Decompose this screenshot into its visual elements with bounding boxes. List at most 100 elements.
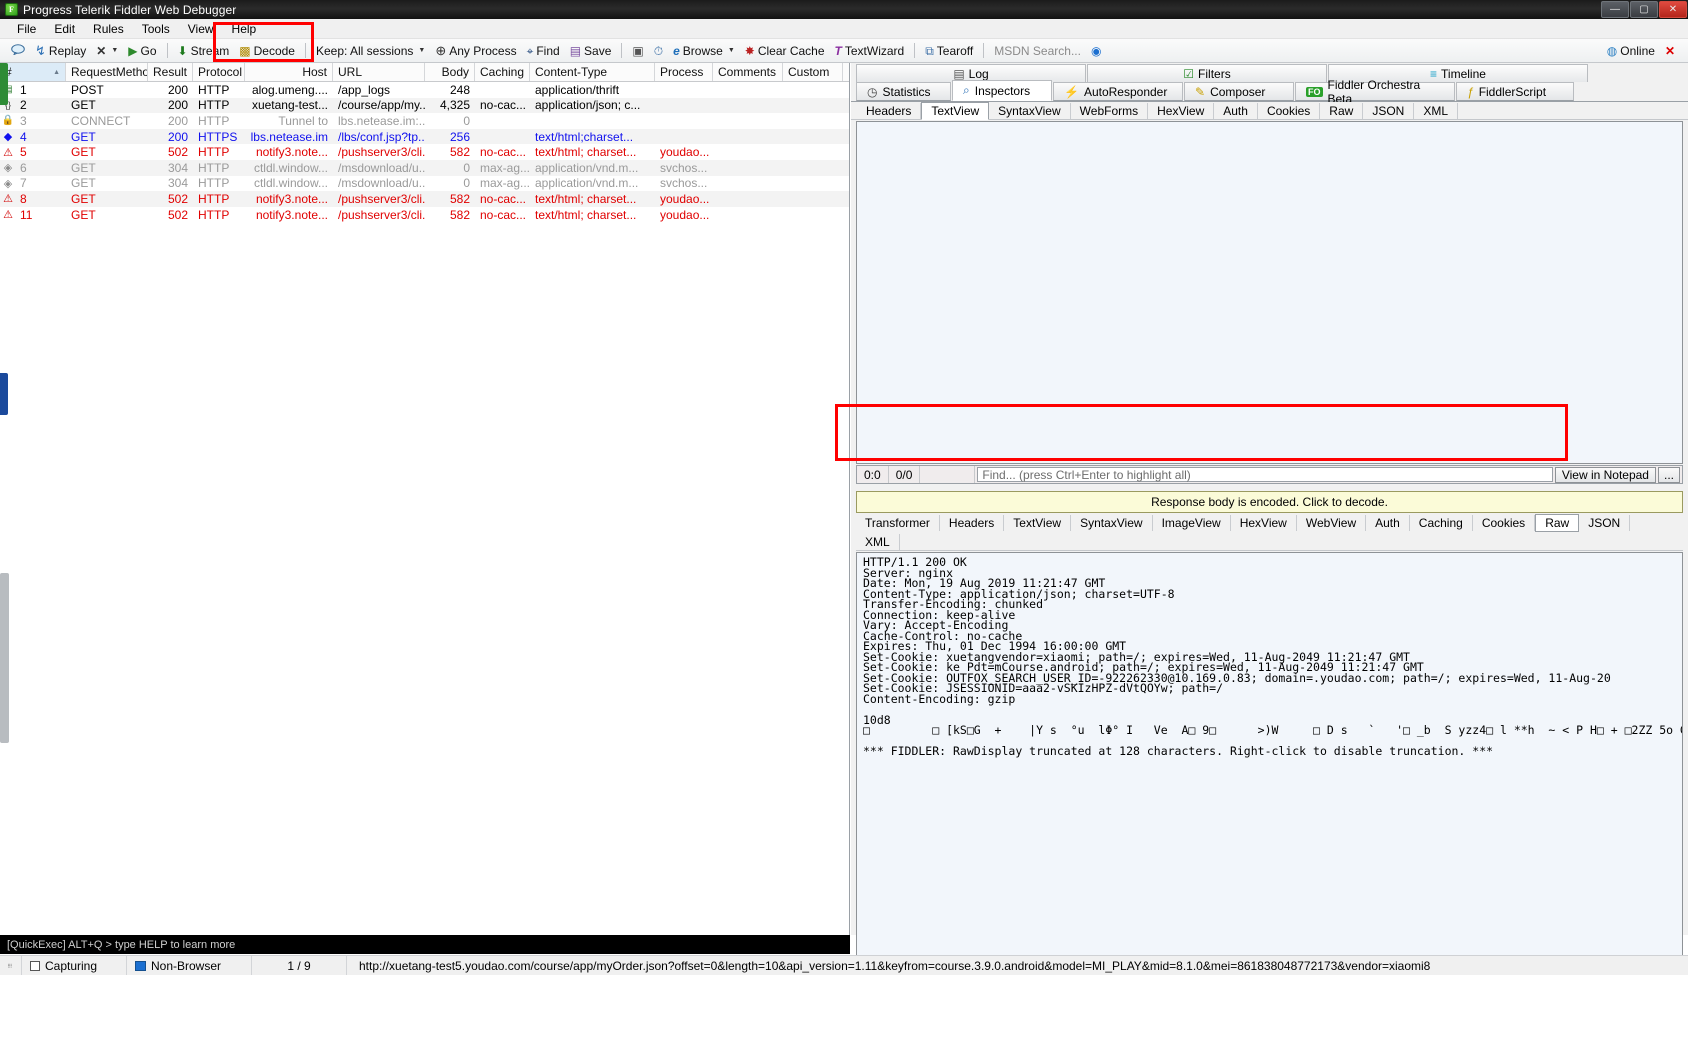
tab-autoresponder[interactable]: ⚡ AutoResponder: [1053, 82, 1183, 101]
response-tab-transformer[interactable]: Transformer: [856, 515, 940, 531]
keep-sessions-dropdown[interactable]: Keep: All sessions ▼: [311, 41, 430, 61]
session-list-panel[interactable]: # ▲ RequestMethod Result Protocol Host U…: [0, 63, 850, 935]
find-input[interactable]: Find... (press Ctrl+Enter to highlight a…: [977, 467, 1553, 482]
table-row[interactable]: ⚠ 8 GET 502 HTTP notify3.note.../pushserver3/…: [0, 191, 849, 207]
menu-help[interactable]: Help: [223, 20, 266, 38]
menu-rules[interactable]: Rules: [84, 20, 133, 38]
column-header-method[interactable]: RequestMethod: [66, 63, 148, 81]
table-row[interactable]: ⚠ 5 GET 502 HTTP notify3.note.../pushserver3/…: [0, 144, 849, 160]
table-row[interactable]: {} 2 GET 200 HTTP xuetang-test... /course/app/…: [0, 97, 849, 114]
tab-composer[interactable]: ✎ Composer: [1184, 82, 1294, 101]
response-tab-webview[interactable]: WebView: [1297, 515, 1367, 531]
tab-filters[interactable]: ☑ Filters: [1087, 64, 1327, 82]
request-tab-webforms[interactable]: WebForms: [1071, 102, 1149, 119]
request-tab-syntaxview[interactable]: SyntaxView: [989, 102, 1071, 119]
find-button[interactable]: ⌖ Find: [522, 41, 565, 61]
request-textview-area[interactable]: [856, 121, 1683, 464]
table-row[interactable]: ◆ 4 GET 200 HTTPS lbs.netease.im/lbs/conf.jsp…: [0, 128, 849, 145]
session-list-scrollbar[interactable]: [0, 573, 9, 743]
response-line: [863, 704, 1676, 715]
tab-fiddlerscript[interactable]: ƒ FiddlerScript: [1456, 82, 1574, 101]
request-tab-xml[interactable]: XML: [1414, 102, 1459, 119]
replay-button[interactable]: ↯ Replay: [30, 41, 91, 61]
column-header-custom[interactable]: Custom: [783, 63, 843, 81]
stream-button[interactable]: ⬇ Stream: [173, 41, 235, 61]
cell-result: 200: [167, 82, 188, 97]
column-header-caching[interactable]: Caching: [475, 63, 530, 81]
screenshot-button[interactable]: ▣: [627, 41, 648, 61]
request-tab-textview[interactable]: TextView: [921, 101, 990, 120]
maximize-button[interactable]: ▢: [1630, 1, 1658, 18]
menu-file[interactable]: File: [8, 20, 45, 38]
request-tab-headers[interactable]: Headers: [857, 102, 922, 119]
request-tab-hexview[interactable]: HexView: [1148, 102, 1215, 119]
menu-view[interactable]: View: [179, 20, 223, 38]
view-in-notepad-button[interactable]: View in Notepad: [1554, 466, 1656, 483]
comment-button[interactable]: [6, 41, 30, 61]
response-tab-imageview[interactable]: ImageView: [1153, 515, 1231, 531]
online-status-button[interactable]: ◍ Online: [1602, 41, 1660, 61]
cell-method: GET: [71, 98, 96, 113]
any-process-button[interactable]: ⊕ Any Process: [430, 41, 521, 61]
help-button[interactable]: ◉: [1086, 41, 1106, 61]
response-tab-headers[interactable]: Headers: [940, 515, 1005, 531]
process-filter-status[interactable]: Non-Browser: [127, 955, 252, 976]
response-tab-xml[interactable]: XML: [856, 533, 900, 550]
edge-tab-green[interactable]: [0, 63, 8, 105]
close-button[interactable]: ✕: [1659, 1, 1687, 18]
timer-button[interactable]: ⏱: [649, 41, 668, 61]
column-header-host[interactable]: Host: [245, 63, 333, 81]
quickexec-bar[interactable]: [QuickExec] ALT+Q > type HELP to learn m…: [0, 935, 850, 954]
request-tab-cookies[interactable]: Cookies: [1258, 102, 1321, 119]
table-row[interactable]: ◈ 6 GET 304 HTTP ctldl.window.../msdownload/u…: [0, 159, 849, 176]
cell-method: GET: [71, 176, 96, 191]
tab-statistics[interactable]: ◷ Statistics: [856, 82, 951, 101]
tab-fiddler-orchestra[interactable]: FO Fiddler Orchestra Beta: [1295, 78, 1455, 106]
response-view-tabs-row2: XML: [856, 533, 1683, 551]
textwizard-button[interactable]: T TextWizard: [830, 41, 910, 61]
column-header-result[interactable]: Result: [148, 63, 193, 81]
more-options-button[interactable]: ...: [1657, 466, 1680, 483]
status-bar: Capturing Non-Browser 1 / 9 http://xueta…: [0, 955, 1688, 976]
response-encoded-banner[interactable]: Response body is encoded. Click to decod…: [856, 491, 1683, 513]
response-tab-auth[interactable]: Auth: [1366, 515, 1410, 531]
tearoff-button[interactable]: ⧉ Tearoff: [920, 41, 978, 61]
go-button[interactable]: ▶ Go: [123, 41, 161, 61]
request-tab-auth[interactable]: Auth: [1214, 102, 1258, 119]
msdn-search-input[interactable]: MSDN Search...: [989, 43, 1086, 59]
browse-button[interactable]: e Browse ▼: [668, 41, 740, 61]
request-tab-json[interactable]: JSON: [1363, 102, 1415, 119]
table-row[interactable]: ▤1 POST 200 HTTP alog.umeng.... /app_logs 248 a…: [0, 82, 849, 98]
tab-inspectors[interactable]: ⌕ Inspectors: [952, 80, 1052, 101]
remove-button[interactable]: ✕ ▼: [91, 41, 123, 61]
clear-cache-button[interactable]: ✸ Clear Cache: [740, 41, 830, 61]
response-tab-raw[interactable]: Raw: [1535, 514, 1580, 532]
menu-tools[interactable]: Tools: [133, 20, 179, 38]
response-tab-textview[interactable]: TextView: [1004, 515, 1072, 531]
save-button[interactable]: ▤ Save: [565, 41, 617, 61]
column-header-protocol[interactable]: Protocol: [193, 63, 245, 81]
column-header-process[interactable]: Process: [655, 63, 713, 81]
response-tab-hexview[interactable]: HexView: [1231, 515, 1297, 531]
toolbar-separator: [983, 43, 985, 58]
menu-edit[interactable]: Edit: [45, 20, 84, 38]
decode-button[interactable]: ▩ Decode: [234, 41, 300, 61]
request-tab-raw[interactable]: Raw: [1320, 102, 1364, 119]
capturing-status[interactable]: Capturing: [22, 955, 127, 976]
table-row[interactable]: 🔒 3 CONNECT 200 HTTP Tunnel to lbs.netease.im:…: [0, 113, 849, 129]
table-row[interactable]: ⚠ 11 GET 502 HTTP notify3.note... /pushserver3…: [0, 207, 849, 223]
minimize-button[interactable]: —: [1601, 1, 1629, 18]
edge-tab-blue[interactable]: [0, 373, 8, 415]
column-header-url[interactable]: URL: [333, 63, 425, 81]
response-tab-syntaxview[interactable]: SyntaxView: [1071, 515, 1153, 531]
response-raw-text[interactable]: HTTP/1.1 200 OK Server: nginx Date: Mon, 1…: [856, 552, 1683, 970]
response-tab-cookies[interactable]: Cookies: [1473, 515, 1536, 531]
column-header-comments[interactable]: Comments: [713, 63, 783, 81]
table-row[interactable]: ◈ 7 GET 304 HTTP ctldl.window.../msdownload/u…: [0, 176, 849, 192]
column-header-contenttype[interactable]: Content-Type: [530, 63, 655, 81]
toolbar-close-button[interactable]: ✕: [1660, 41, 1680, 61]
column-header-num[interactable]: # ▲: [0, 63, 66, 81]
response-tab-json[interactable]: JSON: [1579, 515, 1631, 531]
column-header-body[interactable]: Body: [425, 63, 475, 81]
response-tab-caching[interactable]: Caching: [1410, 515, 1473, 531]
